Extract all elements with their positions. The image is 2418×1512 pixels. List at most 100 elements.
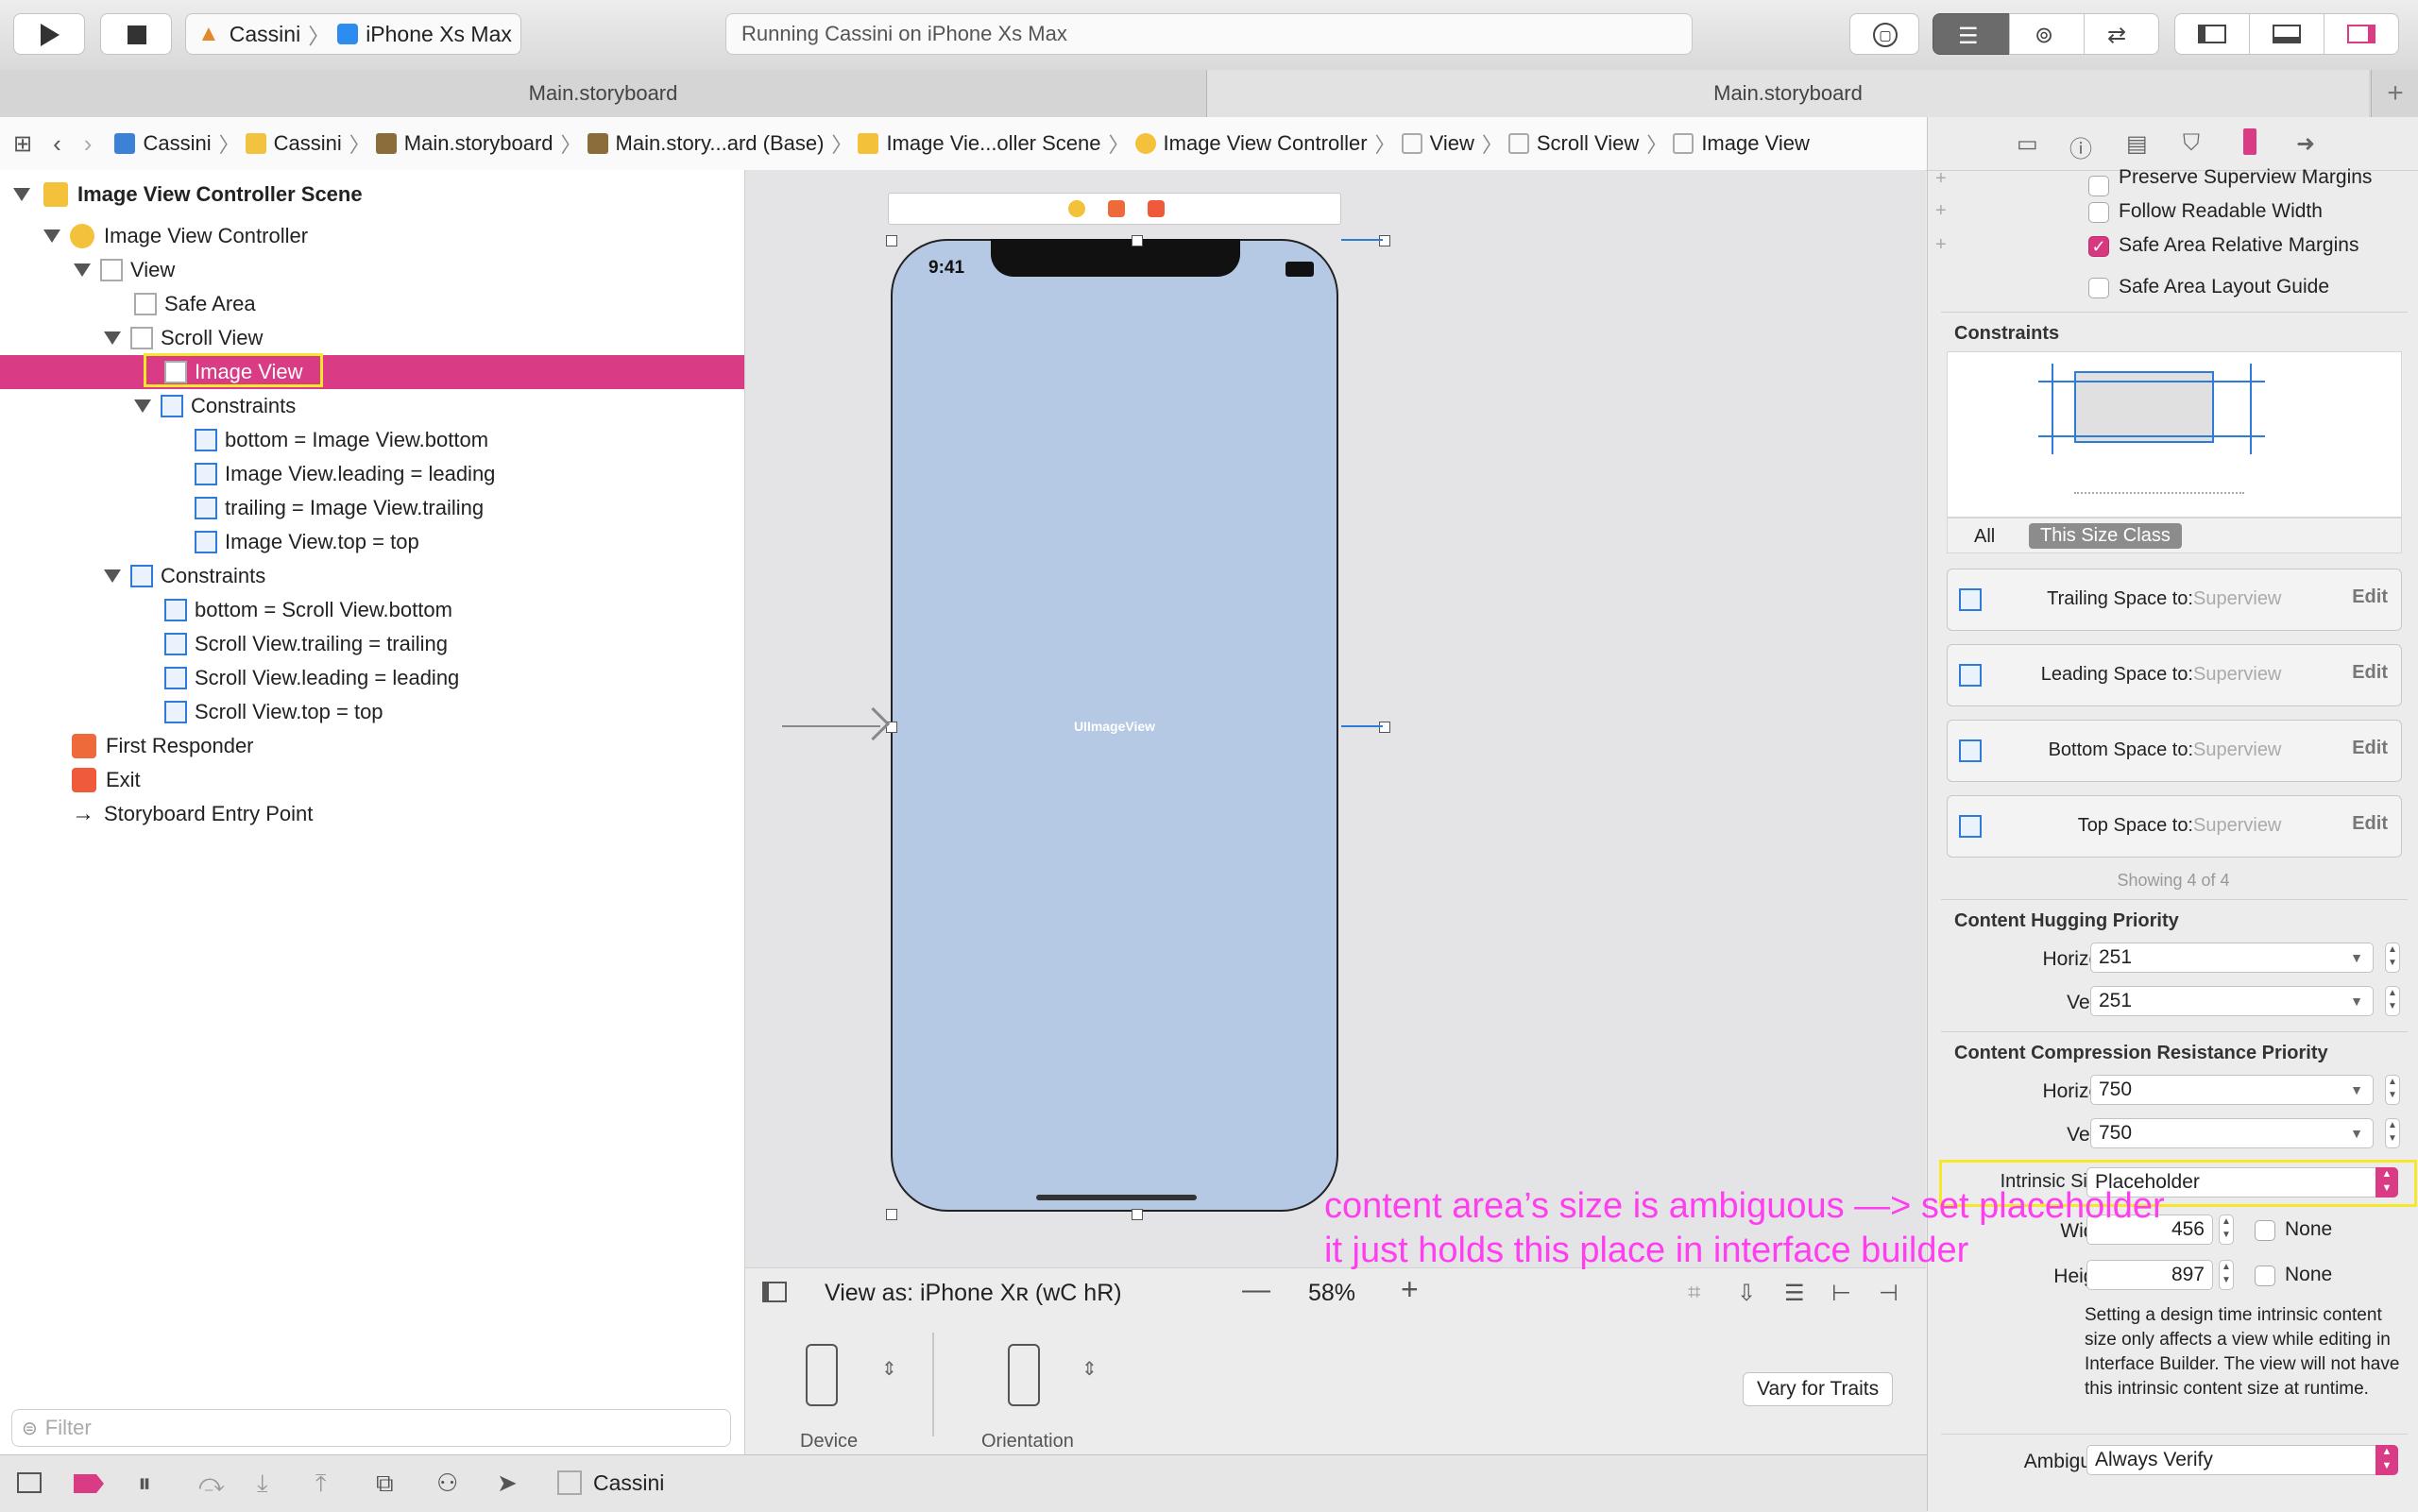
preserve-margins-checkbox[interactable] xyxy=(2088,176,2109,196)
zoom-in-button[interactable]: + xyxy=(1401,1272,1419,1307)
outline-constraint-row[interactable]: Image View.top = top xyxy=(0,525,744,559)
add-constraints-icon[interactable]: ⊢ xyxy=(1831,1280,1851,1307)
resize-handle[interactable] xyxy=(1132,235,1143,246)
readable-width-checkbox[interactable] xyxy=(2088,202,2109,223)
width-none-checkbox[interactable] xyxy=(2255,1220,2275,1241)
exit-icon[interactable] xyxy=(1148,200,1165,217)
plus-icon[interactable]: + xyxy=(1935,200,1947,222)
assistant-editor-button[interactable]: ⊚ xyxy=(2009,13,2085,55)
breadcrumb-project[interactable]: Cassini xyxy=(114,131,212,156)
outline-constraint-row[interactable]: bottom = Scroll View.bottom xyxy=(0,593,744,627)
breadcrumb-storyboard-base[interactable]: Main.story...ard (Base) xyxy=(587,131,824,156)
outline-sv-constraints[interactable]: Constraints xyxy=(0,559,744,593)
breakpoints-button[interactable]: ▢ xyxy=(1849,13,1919,55)
hugging-vertical-field[interactable]: 251 ▼ xyxy=(2090,986,2374,1016)
connections-icon[interactable]: ➜ xyxy=(2296,130,2315,158)
back-arrow-icon[interactable]: ‹ xyxy=(53,129,61,159)
outline-toggle-icon[interactable] xyxy=(762,1282,787,1302)
breadcrumb-storyboard[interactable]: Main.storyboard xyxy=(375,131,553,156)
disclosure-triangle-icon[interactable] xyxy=(13,188,30,201)
compression-horizontal-field[interactable]: 750 ▼ xyxy=(2090,1075,2374,1105)
compression-v-stepper[interactable]: ▲ ▼ xyxy=(2385,1118,2400,1148)
stop-button[interactable] xyxy=(100,13,172,55)
outline-constraint-row[interactable]: Scroll View.top = top xyxy=(0,695,744,729)
constraint-row-bottom[interactable]: Bottom Space to: Superview Edit xyxy=(1947,720,2402,782)
pause-icon[interactable]: ⏸ xyxy=(138,1469,151,1500)
breadcrumb-folder[interactable]: Cassini xyxy=(245,131,342,156)
orientation-icon[interactable] xyxy=(1008,1344,1040,1406)
plus-icon[interactable]: + xyxy=(1935,168,1947,190)
run-button[interactable] xyxy=(13,13,85,55)
add-tab-button[interactable]: + xyxy=(2371,70,2418,117)
help-icon[interactable]: ⓘ xyxy=(2069,130,2092,163)
outline-constraint-row[interactable]: bottom = Image View.bottom xyxy=(0,423,744,457)
height-none-checkbox[interactable] xyxy=(2255,1266,2275,1286)
outline-iv-constraints[interactable]: Constraints xyxy=(0,389,744,423)
disclosure-triangle-icon[interactable] xyxy=(104,569,121,583)
view-controller-icon[interactable] xyxy=(1068,200,1085,217)
breakpoint-tag-icon[interactable] xyxy=(74,1474,104,1493)
vary-for-traits-button[interactable]: Vary for Traits xyxy=(1743,1372,1894,1406)
device-stepper-icon[interactable]: ⇕ xyxy=(881,1357,897,1381)
resize-handle[interactable] xyxy=(1379,235,1390,246)
disclosure-triangle-icon[interactable] xyxy=(104,331,121,345)
resize-handle[interactable] xyxy=(886,1209,897,1220)
outline-constraint-row[interactable]: Scroll View.trailing = trailing xyxy=(0,627,744,661)
step-over-icon[interactable]: ⤼ xyxy=(198,1469,225,1499)
update-frames-icon[interactable]: ⌗ xyxy=(1688,1280,1701,1306)
outline-first-responder[interactable]: First Responder xyxy=(0,729,744,763)
plus-icon[interactable]: + xyxy=(1935,234,1947,256)
location-icon[interactable]: ➤ xyxy=(497,1469,518,1498)
height-stepper[interactable]: ▲ ▼ xyxy=(2219,1260,2234,1290)
outline-controller[interactable]: Image View Controller xyxy=(0,219,744,253)
hide-debug-icon[interactable] xyxy=(17,1472,42,1493)
entry-arrow-icon[interactable] xyxy=(782,705,891,748)
height-field[interactable]: 897 xyxy=(2086,1260,2213,1290)
file-icon[interactable]: ▭ xyxy=(2017,130,2038,158)
debug-area-toggle[interactable] xyxy=(2249,13,2324,55)
outline-entry-point[interactable]: → Storyboard Entry Point xyxy=(0,797,744,831)
version-editor-button[interactable]: ⇄ xyxy=(2084,13,2159,55)
scheme-selector[interactable]: ▲ Cassini 〉 iPhone Xs Max xyxy=(185,13,521,55)
align-icon[interactable]: ☰ xyxy=(1784,1280,1805,1307)
resize-handle[interactable] xyxy=(886,235,897,246)
breadcrumb-image-view[interactable]: Image View xyxy=(1673,131,1810,156)
tab-main-storyboard-1[interactable]: Main.storyboard xyxy=(0,70,1207,117)
filter-size-class-button[interactable]: This Size Class xyxy=(2029,523,2182,549)
safe-area-margins-checkbox[interactable]: ✓ xyxy=(2088,236,2109,257)
resize-handle[interactable] xyxy=(1132,1209,1143,1220)
standard-editor-button[interactable]: ☰ xyxy=(1933,13,2010,55)
zoom-out-button[interactable]: — xyxy=(1242,1274,1270,1306)
filter-all-button[interactable]: All xyxy=(1974,526,1995,548)
disclosure-triangle-icon[interactable] xyxy=(74,263,91,277)
edit-button[interactable]: Edit xyxy=(2352,813,2388,835)
tab-main-storyboard-2[interactable]: Main.storyboard xyxy=(1207,70,2369,117)
image-view-canvas[interactable]: 9:41 UIImageView xyxy=(891,239,1338,1212)
width-stepper[interactable]: ▲ ▼ xyxy=(2219,1215,2234,1245)
scene-dock[interactable] xyxy=(888,193,1341,225)
outline-scene[interactable]: Image View Controller Scene xyxy=(0,178,744,212)
outline-safe-area[interactable]: Safe Area xyxy=(0,287,744,321)
outline-scroll-view[interactable]: Scroll View xyxy=(0,321,744,355)
memory-graph-icon[interactable]: ⚇ xyxy=(436,1469,458,1498)
edit-button[interactable]: Edit xyxy=(2352,738,2388,759)
resolve-issues-icon[interactable]: ⊣ xyxy=(1879,1280,1899,1307)
hugging-h-stepper[interactable]: ▲ ▼ xyxy=(2385,943,2400,973)
ambiguity-popup[interactable]: Always Verify ▲ ▼ xyxy=(2086,1445,2398,1475)
compression-vertical-field[interactable]: 750 ▼ xyxy=(2090,1118,2374,1148)
disclosure-triangle-icon[interactable] xyxy=(134,399,151,413)
device-icon[interactable] xyxy=(806,1344,838,1406)
view-as-label[interactable]: View as: iPhone Xʀ (wC hR) xyxy=(825,1280,1122,1307)
edit-button[interactable]: Edit xyxy=(2352,662,2388,684)
step-into-icon[interactable]: ⤓ xyxy=(257,1469,268,1499)
outline-view[interactable]: View xyxy=(0,253,744,287)
outline-image-view-selected[interactable]: Image View xyxy=(0,353,744,389)
filter-field[interactable]: ⊜ Filter xyxy=(11,1409,731,1447)
hugging-horizontal-field[interactable]: 251 ▼ xyxy=(2090,943,2374,973)
disclosure-triangle-icon[interactable] xyxy=(43,229,60,243)
constraint-row-leading[interactable]: Leading Space to: Superview Edit xyxy=(1947,644,2402,706)
forward-arrow-icon[interactable]: › xyxy=(84,129,93,159)
hugging-v-stepper[interactable]: ▲ ▼ xyxy=(2385,986,2400,1016)
step-out-icon[interactable]: ⤒ xyxy=(315,1469,327,1499)
ruler-icon[interactable] xyxy=(2243,128,2256,155)
